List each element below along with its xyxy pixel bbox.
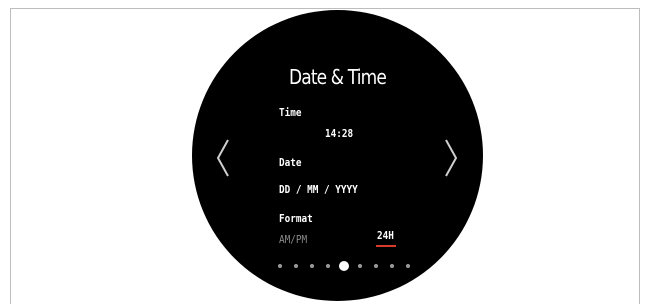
- page-dot[interactable]: [406, 264, 410, 268]
- page-dot[interactable]: [374, 264, 378, 268]
- format-option-24h[interactable]: 24H: [377, 229, 394, 242]
- selected-format-underline: [376, 245, 396, 247]
- page-dot[interactable]: [294, 264, 298, 268]
- page-indicator: [192, 260, 483, 272]
- format-option-ampm[interactable]: AM/PM: [279, 233, 307, 246]
- format-label: Format: [279, 212, 313, 225]
- page-dot[interactable]: [326, 264, 330, 268]
- page-dot[interactable]: [390, 264, 394, 268]
- time-label: Time: [279, 106, 302, 119]
- screen-frame: Date & Time Time 14:28 Date DD / MM / YY…: [10, 8, 640, 304]
- time-value[interactable]: 14:28: [325, 127, 353, 140]
- date-value[interactable]: DD / MM / YYYY: [279, 183, 358, 196]
- page-dot[interactable]: [278, 264, 282, 268]
- chevron-left-icon[interactable]: [216, 138, 230, 178]
- date-label: Date: [279, 156, 302, 169]
- page-title: Date & Time: [289, 65, 387, 89]
- watch-face: Date & Time Time 14:28 Date DD / MM / YY…: [192, 10, 483, 301]
- page-dot[interactable]: [358, 264, 362, 268]
- chevron-right-icon[interactable]: [444, 138, 458, 178]
- page-dot[interactable]: [310, 264, 314, 268]
- page-dot-active[interactable]: [339, 261, 349, 271]
